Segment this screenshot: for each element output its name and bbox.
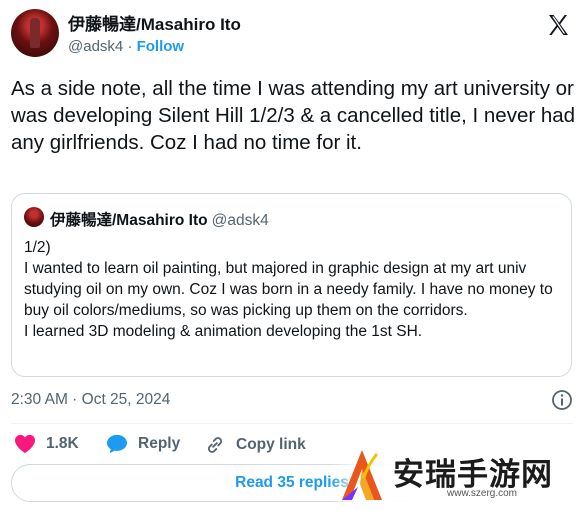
watermark-url: www.szerg.com [447,488,518,499]
quoted-line: I learned 3D modeling & animation develo… [24,323,423,340]
like-count: 1.8K [46,435,79,452]
info-icon[interactable] [551,389,573,411]
watermark-logo-icon [342,450,382,500]
copy-link-label: Copy link [236,436,306,453]
quoted-line: I wanted to learn oil painting, but majo… [24,260,553,319]
author-handle-line: @adsk4 · Follow [68,38,184,55]
tweet-timestamp[interactable]: 2:30 AM · Oct 25, 2024 [11,391,170,409]
reply-icon [107,434,127,454]
quoted-tweet[interactable]: 伊藤暢達/Masahiro Ito @adsk4 1/2) I wanted to… [11,193,572,377]
author-handle[interactable]: @adsk4 [68,38,123,55]
x-logo-icon[interactable] [546,13,570,37]
tweet-text: As a side note, all the time I was atten… [11,77,576,154]
quoted-author: 伊藤暢達/Masahiro Ito @adsk4 [50,208,269,230]
follow-button[interactable]: Follow [137,38,185,55]
reply-button[interactable]: Reply [106,434,180,454]
separator-dot: · [127,38,133,55]
quoted-line: 1/2) [24,239,51,256]
heart-icon [15,434,35,454]
copy-link-button[interactable]: Copy link [204,434,306,456]
link-icon [207,437,223,453]
quoted-avatar [24,207,44,227]
author-avatar[interactable] [11,9,59,57]
divider [11,423,573,424]
like-button[interactable]: 1.8K [14,434,79,454]
quoted-handle: @adsk4 [211,212,269,229]
quoted-display-name: 伊藤暢達/Masahiro Ito [50,212,208,229]
author-display-name[interactable]: 伊藤暢達/Masahiro Ito [68,10,241,35]
quoted-text: 1/2) I wanted to learn oil painting, but… [24,237,559,342]
reply-label: Reply [138,435,181,452]
